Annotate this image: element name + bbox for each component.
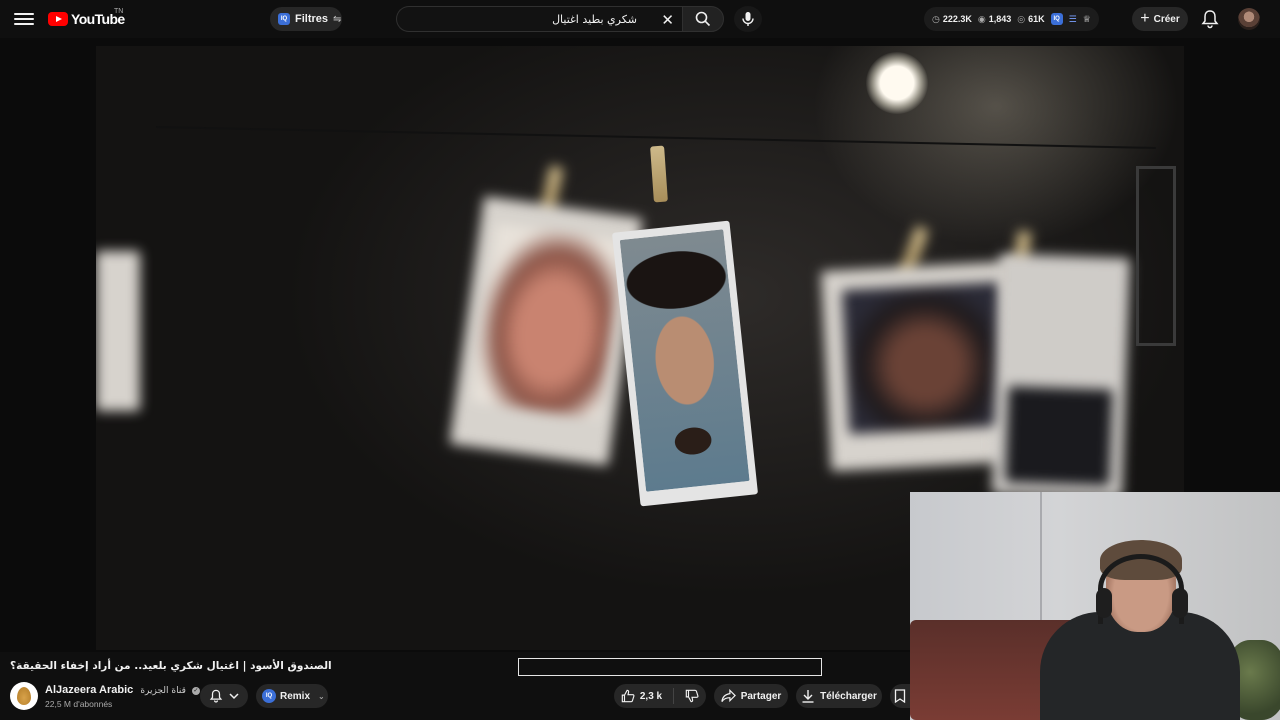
download-button[interactable]: Télécharger bbox=[796, 684, 882, 708]
search-icon bbox=[695, 11, 711, 27]
download-icon bbox=[802, 690, 814, 703]
overlay-input-box[interactable] bbox=[518, 658, 822, 676]
channel-name[interactable]: AlJazeera Arabic قناة الجزيرة ✓ bbox=[45, 684, 200, 696]
download-label: Télécharger bbox=[820, 690, 877, 702]
video-lamp bbox=[866, 52, 928, 114]
stat-views-value: 222.3K bbox=[942, 14, 972, 24]
video-photo-left-edge bbox=[96, 251, 140, 411]
youtube-logo-icon bbox=[48, 12, 68, 26]
chevron-down-icon bbox=[229, 693, 239, 700]
video-title: الصندوق الأسود | اغتيال شكري بلعيد.. من … bbox=[10, 660, 332, 672]
logo-region: TN bbox=[114, 8, 124, 15]
bell-icon bbox=[1201, 10, 1219, 29]
video-photo-blurred-3 bbox=[991, 253, 1131, 499]
chevron-down-icon: ⌄ bbox=[318, 691, 325, 701]
create-label: Créer bbox=[1153, 13, 1180, 25]
channel-avatar[interactable] bbox=[10, 682, 38, 710]
headphones-cup-left bbox=[1096, 588, 1112, 618]
channel-name-latin: AlJazeera Arabic bbox=[45, 684, 134, 696]
stat-eye: ◉ 1,843 bbox=[978, 14, 1011, 25]
iq-icon[interactable]: IQ bbox=[1050, 13, 1063, 25]
like-button[interactable]: 2,3 k bbox=[621, 689, 662, 703]
close-icon[interactable]: ✕ bbox=[661, 11, 674, 29]
divider bbox=[673, 688, 675, 704]
filters-button[interactable]: IQ Filtres ⇋ bbox=[270, 7, 342, 31]
plus-icon: + bbox=[1140, 10, 1150, 27]
dislike-button[interactable] bbox=[685, 689, 699, 703]
iq-icon: IQ bbox=[278, 13, 290, 25]
list-icon[interactable]: ☰ bbox=[1069, 14, 1077, 25]
subscription-bell-button[interactable] bbox=[200, 684, 248, 708]
tune-icon: ⇋ bbox=[333, 13, 342, 25]
iq-icon: IQ bbox=[262, 689, 276, 703]
mic-icon bbox=[742, 12, 754, 26]
video-photo-center bbox=[611, 220, 759, 507]
video-wall-frame bbox=[1136, 166, 1176, 346]
search-input[interactable] bbox=[407, 12, 637, 26]
subscriber-count: 22,5 M d'abonnés bbox=[45, 699, 113, 709]
filters-label: Filtres bbox=[295, 13, 329, 25]
share-label: Partager bbox=[740, 690, 782, 702]
voice-search-button[interactable] bbox=[734, 6, 762, 32]
notifications-button[interactable] bbox=[1200, 9, 1220, 29]
subs-icon: ◎ bbox=[1017, 13, 1026, 24]
save-button[interactable] bbox=[890, 684, 910, 708]
create-button[interactable]: + Créer bbox=[1132, 7, 1188, 31]
video-clothespin-center bbox=[650, 145, 668, 203]
search-button[interactable] bbox=[682, 6, 724, 32]
save-icon bbox=[894, 689, 906, 703]
stat-eye-value: 1,843 bbox=[988, 14, 1012, 24]
thumb-up-icon bbox=[621, 689, 635, 703]
like-dislike-group: 2,3 k bbox=[614, 684, 706, 708]
stat-views: ◷ 222.3K bbox=[932, 14, 972, 25]
webcam-overlay bbox=[910, 492, 1280, 720]
stats-bar[interactable]: ◷ 222.3K ◉ 1,843 ◎ 61K IQ ☰ ♕ bbox=[924, 7, 1099, 31]
share-button[interactable]: Partager bbox=[714, 684, 788, 708]
search-box: ✕ bbox=[396, 6, 682, 32]
verified-icon: ✓ bbox=[191, 687, 200, 695]
avatar[interactable] bbox=[1238, 8, 1260, 30]
stat-subs: ◎ 61K bbox=[1017, 14, 1044, 25]
clock-icon: ◷ bbox=[932, 13, 940, 24]
top-bar: YouTube TN IQ Filtres ⇋ ✕ ◷ 222.3K ◉ 1,8… bbox=[0, 0, 1280, 38]
bell-icon bbox=[209, 689, 223, 703]
thumb-down-icon bbox=[685, 689, 699, 703]
eye-icon: ◉ bbox=[977, 13, 986, 24]
remix-button[interactable]: IQ Remix ⌄ bbox=[256, 684, 328, 708]
video-info: الصندوق الأسود | اغتيال شكري بلعيد.. من … bbox=[0, 652, 910, 720]
stat-subs-value: 61K bbox=[1028, 14, 1045, 24]
like-count: 2,3 k bbox=[639, 690, 663, 702]
menu-icon[interactable] bbox=[14, 10, 34, 28]
remix-label: Remix bbox=[280, 690, 311, 702]
aljazeera-logo-icon bbox=[17, 687, 31, 705]
channel-name-arabic: قناة الجزيرة bbox=[140, 686, 186, 696]
share-icon bbox=[721, 689, 736, 703]
headphones-cup-right bbox=[1172, 588, 1188, 618]
trophy-icon[interactable]: ♕ bbox=[1083, 14, 1091, 25]
